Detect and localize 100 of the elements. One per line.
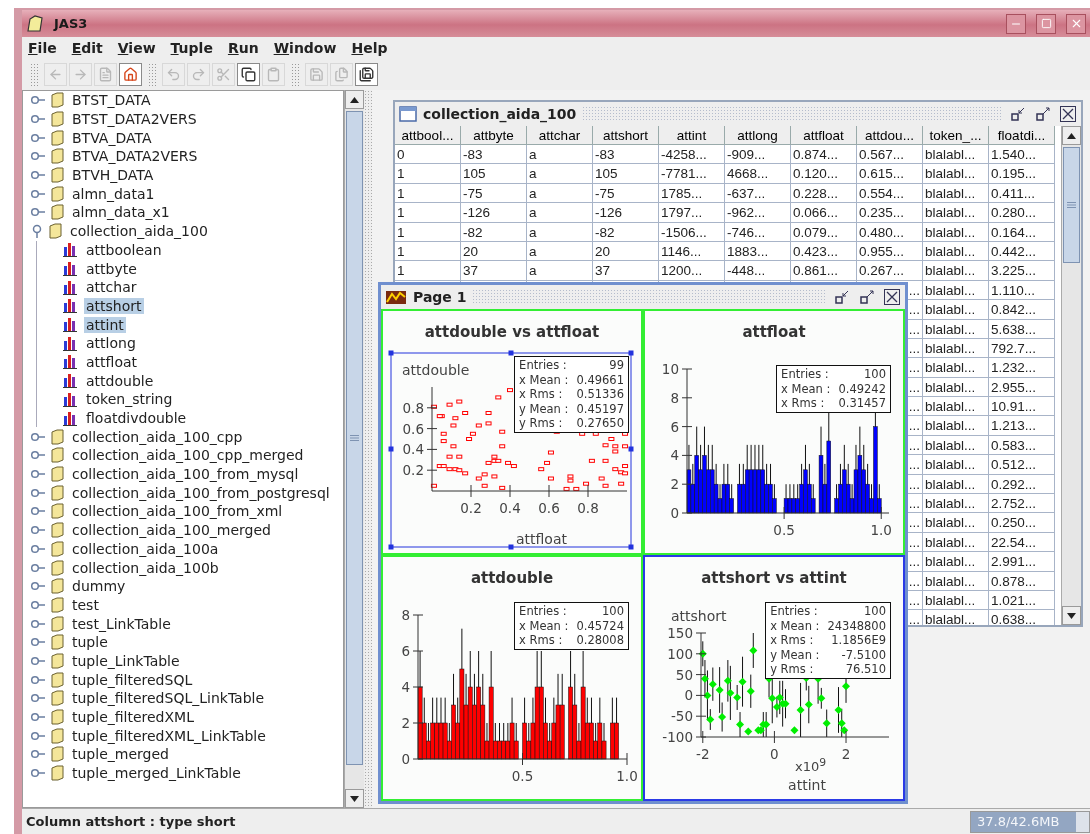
tree-item[interactable]: attboolean — [84, 241, 164, 258]
table-cell: 0.267... — [857, 261, 923, 281]
tree-item[interactable]: tuple_merged_LinkTable — [70, 765, 243, 782]
tree-item[interactable]: test_LinkTable — [70, 615, 173, 632]
menu-item[interactable]: Tuple — [170, 40, 213, 56]
column-header[interactable]: attint — [659, 126, 725, 145]
menu-item[interactable]: Window — [273, 40, 337, 56]
axis-title: attint — [788, 777, 826, 793]
column-header[interactable]: attbyte — [461, 126, 527, 145]
column-header[interactable]: attlong — [725, 126, 791, 145]
table-cell: blalabl... — [923, 435, 989, 456]
column-header[interactable]: attshort — [593, 126, 659, 145]
plot-panel[interactable]: attdouble Entries : 100 x Mean : 0.45724 x Rms : 0.28008 0 2 4 6 8 0.5 1.0 — [381, 555, 643, 801]
tree-item[interactable]: tuple_LinkTable — [70, 652, 182, 669]
tick-label: 0.8 — [402, 399, 424, 416]
column-header[interactable]: attchar — [527, 126, 593, 145]
tree-item[interactable]: test — [70, 596, 101, 613]
stat-label: x Mean : — [519, 618, 569, 633]
tree-item[interactable]: collection_aida_100_from_postgresql — [70, 484, 332, 501]
tree-item[interactable]: tuple_filteredSQL — [70, 671, 195, 688]
plot-panel[interactable]: attdouble vs attfloat Entries : 99 x Mean : 0.49661 x Rms : 0.51336 y Mean : 0.45197 y Rms : 0.27650 attdouble 0.2 0.4 0.6 0.8 0.2 0.4 0.6 0.8 attfloat — [381, 309, 643, 555]
table-cell: -637... — [725, 183, 791, 204]
stat-value: 99 — [609, 358, 624, 373]
table-cell: blalabl... — [923, 571, 989, 591]
tree-item[interactable]: collection_aida_100 — [68, 223, 210, 240]
table-cell: 0.250... — [989, 513, 1055, 533]
tree-item[interactable]: collection_aida_100_from_xml — [70, 503, 285, 520]
tick-label: 0 — [684, 687, 693, 704]
tree-item[interactable]: BTVH_DATA — [70, 167, 156, 184]
table-cell: 2.991... — [989, 552, 1055, 572]
tree-item[interactable]: floatdivdouble — [84, 410, 189, 427]
table-cell: blalabl... — [923, 203, 989, 223]
column-header[interactable]: floatdi... — [989, 126, 1055, 145]
stat-value: 76.510 — [845, 662, 886, 677]
table-cell: a — [527, 261, 593, 281]
tree-item[interactable]: BTST_DATA — [70, 92, 153, 109]
tree-item[interactable]: attfloat — [84, 353, 139, 370]
table-cell: 1 — [395, 183, 461, 204]
table-cell: 1.540... — [989, 145, 1055, 165]
tree-item[interactable]: BTST_DATA2VERS — [70, 111, 199, 128]
tree-item[interactable]: BTVA_DATA2VERS — [70, 148, 200, 165]
tree-item[interactable]: tuple_filteredSQL_LinkTable — [70, 690, 267, 707]
column-header[interactable]: token_... — [923, 126, 989, 145]
tree-item[interactable]: attdouble — [84, 372, 156, 389]
tree-item[interactable]: tuple_filteredXML_LinkTable — [70, 727, 268, 744]
plot-panel[interactable]: attfloat Entries : 100 x Mean : 0.49242 x Rms : 0.31457 0 2 4 6 8 10 0.5 1.0 — [643, 309, 905, 555]
menu-item[interactable]: View — [117, 40, 156, 56]
tree-item[interactable]: collection_aida_100_merged — [70, 522, 273, 539]
tick-label: 2 — [841, 746, 851, 762]
table-cell: blalabl... — [923, 474, 989, 495]
tree-item[interactable]: almn_data_x1 — [70, 204, 172, 221]
tree-item[interactable]: attbyte — [84, 260, 139, 277]
table-cell: 1.021... — [989, 591, 1055, 611]
tree-item[interactable]: collection_aida_100_cpp — [70, 428, 245, 445]
tree-item[interactable]: dummy — [70, 578, 128, 595]
table-cell: 0.195... — [989, 164, 1055, 184]
tree-item[interactable]: collection_aida_100_from_mysql — [70, 466, 301, 483]
stat-label: Entries : — [519, 604, 567, 619]
tree-item[interactable]: attlong — [84, 335, 138, 352]
menu-item[interactable]: Run — [227, 40, 259, 56]
tick-label: 0 — [401, 751, 410, 767]
table-cell: 37 — [593, 261, 659, 281]
table-cell: -82 — [593, 222, 659, 242]
tree-item[interactable]: attshort — [84, 297, 144, 314]
column-header[interactable]: attdou... — [857, 126, 923, 145]
stat-value: 0.45197 — [576, 401, 624, 416]
tree-item[interactable]: attint — [84, 316, 126, 333]
window-title: collection_aida_100 — [423, 106, 577, 122]
axis-title: attdouble — [402, 362, 470, 378]
tree-item[interactable]: token_string — [84, 391, 175, 408]
tree-item[interactable]: tuple_filteredXML — [70, 709, 196, 726]
tree-item[interactable]: tuple_merged — [70, 746, 171, 763]
table-cell: 0.228... — [791, 183, 857, 204]
column-header[interactable]: attfloat — [791, 126, 857, 145]
table-cell: blalabl... — [923, 319, 989, 339]
tree-item[interactable]: attchar — [84, 279, 139, 296]
tree-item[interactable]: almn_data1 — [70, 185, 157, 202]
table-cell: 3.225... — [989, 261, 1055, 281]
column-header[interactable]: attbool... — [395, 126, 461, 145]
tree-item[interactable]: BTVA_DATA — [70, 129, 154, 146]
menu-item[interactable]: File — [28, 40, 57, 56]
tick-label: 0.4 — [499, 500, 521, 516]
table-cell: 1 — [395, 164, 461, 184]
menu-item[interactable]: Edit — [71, 40, 103, 56]
tree-item[interactable]: collection_aida_100b — [70, 559, 221, 576]
tick-label: 2 — [401, 715, 410, 731]
menu-item[interactable]: Help — [351, 40, 388, 56]
table-cell: -126 — [593, 203, 659, 223]
tick-label: 0 — [670, 505, 679, 521]
tree-item[interactable]: collection_aida_100a — [70, 540, 221, 557]
table-cell: a — [527, 183, 593, 204]
table-cell: 0.292... — [989, 474, 1055, 495]
tree-item[interactable]: collection_aida_100_cpp_merged — [70, 447, 306, 464]
table-cell: a — [527, 241, 593, 262]
stat-value: 24348800 — [827, 618, 886, 633]
table-cell: 0 — [395, 145, 461, 165]
tree-item[interactable]: tuple — [70, 634, 110, 651]
table-cell: a — [527, 203, 593, 223]
table-cell: -4258... — [659, 145, 725, 165]
table-cell: -746... — [725, 222, 791, 242]
